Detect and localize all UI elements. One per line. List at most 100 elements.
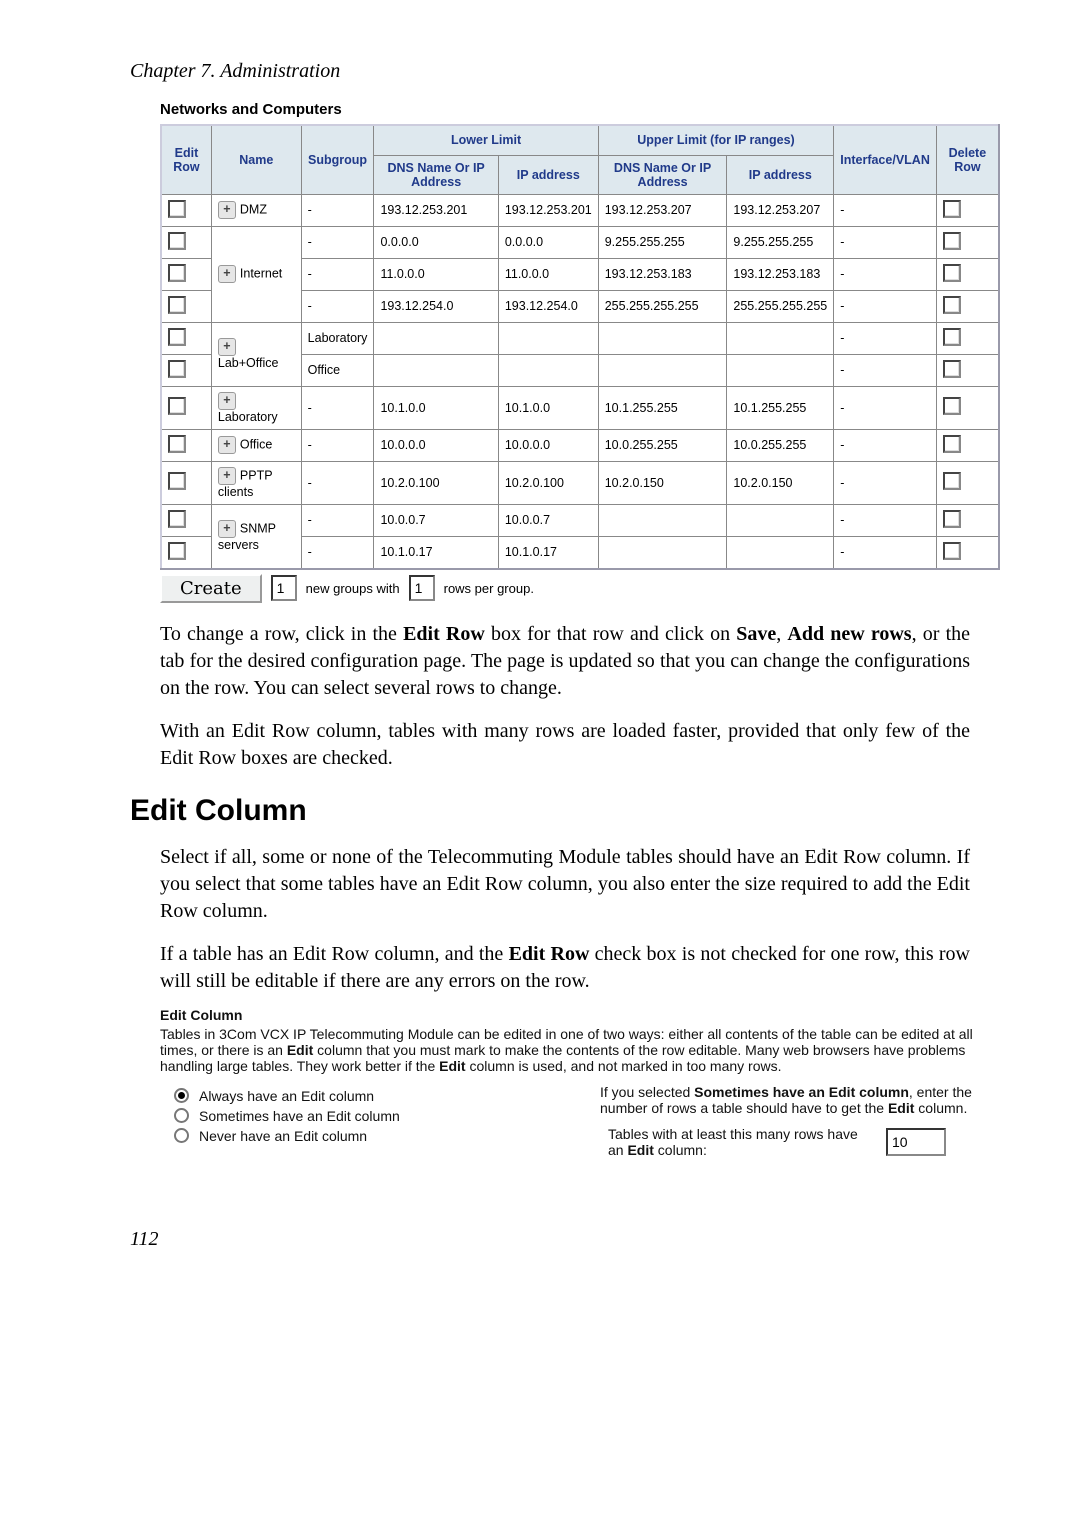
expand-icon[interactable]: + [218, 520, 236, 538]
cell-iface: - [834, 194, 937, 226]
cell-upper-ip: 9.255.255.255 [727, 226, 834, 258]
cell-subgroup: - [301, 429, 374, 461]
cell-iface: - [834, 322, 937, 354]
cell-lower-dns: 11.0.0.0 [374, 258, 498, 290]
create-text-1: new groups with [306, 581, 400, 596]
page-number: 112 [130, 1228, 1000, 1251]
expand-icon[interactable]: + [218, 392, 236, 410]
delete-checkbox[interactable] [943, 472, 961, 490]
th-edit-row: Edit Row [161, 125, 211, 194]
cell-iface: - [834, 290, 937, 322]
create-button[interactable]: Create [160, 574, 262, 603]
radio-icon [174, 1128, 189, 1143]
rows-threshold-input[interactable] [886, 1128, 946, 1156]
cell-iface: - [834, 461, 937, 504]
th-upper-dns: DNS Name Or IP Address [598, 155, 727, 194]
cell-lower-ip: 10.1.0.17 [498, 536, 598, 569]
delete-checkbox[interactable] [943, 542, 961, 560]
delete-checkbox[interactable] [943, 296, 961, 314]
cell-iface: - [834, 258, 937, 290]
table-row: +SNMP servers - 10.0.0.7 10.0.0.7 - [161, 504, 999, 536]
cell-lower-dns: 10.1.0.17 [374, 536, 498, 569]
edit-checkbox[interactable] [168, 200, 186, 218]
cell-lower-dns: 10.0.0.7 [374, 504, 498, 536]
delete-checkbox[interactable] [943, 200, 961, 218]
cell-iface: - [834, 504, 937, 536]
edit-checkbox[interactable] [168, 435, 186, 453]
delete-checkbox[interactable] [943, 328, 961, 346]
chapter-title: Chapter 7. Administration [130, 60, 1000, 83]
edit-checkbox[interactable] [168, 510, 186, 528]
cell-upper-ip [727, 322, 834, 354]
cell-lower-ip: 0.0.0.0 [498, 226, 598, 258]
expand-icon[interactable]: + [218, 436, 236, 454]
groups-count-input[interactable] [271, 575, 297, 601]
cell-upper-dns [598, 322, 727, 354]
cell-subgroup: Laboratory [301, 322, 374, 354]
paragraph-2: With an Edit Row column, tables with man… [160, 718, 970, 772]
cell-subgroup: - [301, 290, 374, 322]
edit-checkbox[interactable] [168, 360, 186, 378]
th-lower-limit: Lower Limit [374, 125, 598, 155]
cell-lower-ip: 10.1.0.0 [498, 386, 598, 429]
th-lower-ip: IP address [498, 155, 598, 194]
th-upper-ip: IP address [727, 155, 834, 194]
cell-lower-ip [498, 322, 598, 354]
table-row: +PPTP clients - 10.2.0.100 10.2.0.100 10… [161, 461, 999, 504]
radio-sometimes[interactable]: Sometimes have an Edit column [160, 1108, 580, 1124]
create-row: Create new groups with rows per group. [160, 574, 1000, 603]
radio-always[interactable]: Always have an Edit column [160, 1088, 580, 1104]
networks-section-title: Networks and Computers [160, 101, 1000, 118]
edit-column-desc: Tables in 3Com VCX IP Telecommuting Modu… [160, 1026, 1000, 1074]
rows-per-group-input[interactable] [409, 575, 435, 601]
cell-upper-dns: 10.0.255.255 [598, 429, 727, 461]
expand-icon[interactable]: + [218, 467, 236, 485]
edit-checkbox[interactable] [168, 542, 186, 560]
delete-checkbox[interactable] [943, 510, 961, 528]
cell-upper-dns: 193.12.253.207 [598, 194, 727, 226]
table-row: +Internet - 0.0.0.0 0.0.0.0 9.255.255.25… [161, 226, 999, 258]
edit-checkbox[interactable] [168, 397, 186, 415]
cell-upper-dns [598, 504, 727, 536]
cell-upper-ip: 255.255.255.255 [727, 290, 834, 322]
delete-checkbox[interactable] [943, 360, 961, 378]
radio-label: Always have an Edit column [199, 1088, 374, 1104]
cell-upper-dns [598, 354, 727, 386]
edit-checkbox[interactable] [168, 472, 186, 490]
cell-lower-ip: 193.12.253.201 [498, 194, 598, 226]
delete-checkbox[interactable] [943, 435, 961, 453]
radio-label: Never have an Edit column [199, 1128, 367, 1144]
cell-upper-dns: 10.1.255.255 [598, 386, 727, 429]
cell-iface: - [834, 429, 937, 461]
cell-upper-dns [598, 536, 727, 569]
cell-upper-dns: 255.255.255.255 [598, 290, 727, 322]
expand-icon[interactable]: + [218, 201, 236, 219]
radio-icon [174, 1088, 189, 1103]
edit-checkbox[interactable] [168, 264, 186, 282]
radio-never[interactable]: Never have an Edit column [160, 1128, 580, 1144]
delete-checkbox[interactable] [943, 397, 961, 415]
edit-checkbox[interactable] [168, 328, 186, 346]
cell-name: Internet [240, 266, 282, 280]
delete-checkbox[interactable] [943, 232, 961, 250]
expand-icon[interactable]: + [218, 338, 236, 356]
rows-threshold-label: Tables with at least this many rows have… [608, 1126, 868, 1158]
cell-upper-dns: 10.2.0.150 [598, 461, 727, 504]
th-lower-dns: DNS Name Or IP Address [374, 155, 498, 194]
edit-column-heading: Edit Column [130, 794, 1000, 828]
th-subgroup: Subgroup [301, 125, 374, 194]
cell-lower-ip: 10.0.0.0 [498, 429, 598, 461]
expand-icon[interactable]: + [218, 265, 236, 283]
table-row: +Lab+Office Laboratory - [161, 322, 999, 354]
cell-subgroup: - [301, 258, 374, 290]
edit-checkbox[interactable] [168, 232, 186, 250]
table-row: +Laboratory - 10.1.0.0 10.1.0.0 10.1.255… [161, 386, 999, 429]
cell-subgroup: - [301, 536, 374, 569]
cell-subgroup: - [301, 504, 374, 536]
delete-checkbox[interactable] [943, 264, 961, 282]
cell-iface: - [834, 354, 937, 386]
cell-lower-dns: 10.1.0.0 [374, 386, 498, 429]
cell-upper-ip: 193.12.253.183 [727, 258, 834, 290]
edit-checkbox[interactable] [168, 296, 186, 314]
cell-subgroup: Office [301, 354, 374, 386]
